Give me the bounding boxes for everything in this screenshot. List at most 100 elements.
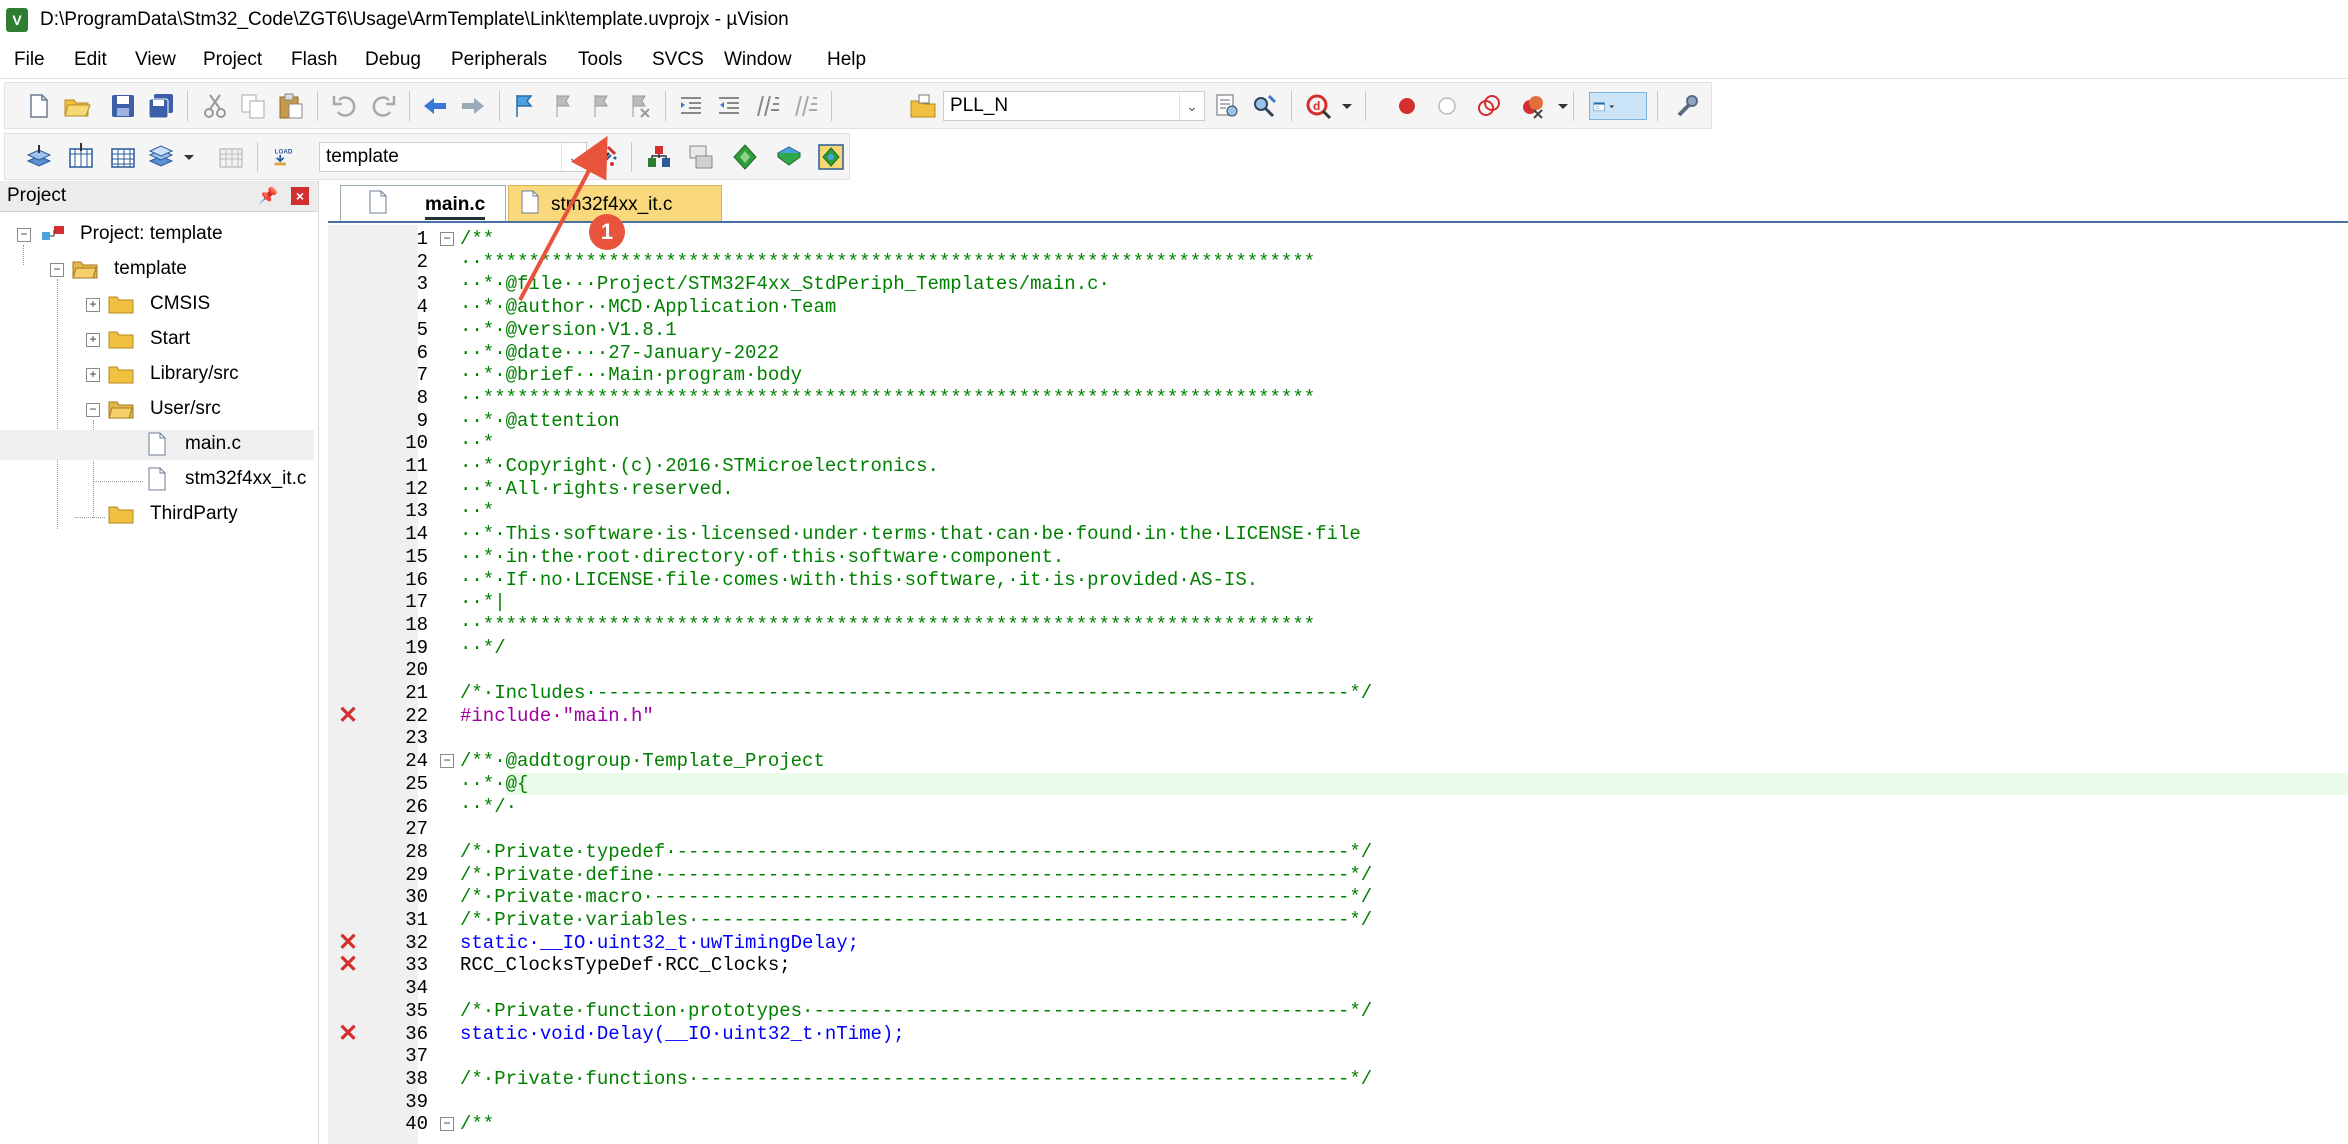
tree-item-stm32f4xx-it-c[interactable]: stm32f4xx_it.c	[0, 465, 314, 495]
line-number: 25	[405, 772, 428, 795]
error-icon[interactable]: ✕	[338, 953, 358, 977]
menu-peripherals[interactable]: Peripherals	[451, 49, 547, 71]
fold-toggle[interactable]: −	[440, 232, 454, 246]
prev-bookmark-icon[interactable]	[549, 92, 577, 120]
fold-toggle[interactable]: −	[440, 754, 454, 769]
download-icon[interactable]: LOAD	[269, 143, 309, 171]
back-icon[interactable]	[421, 92, 449, 120]
tree-item-main-c[interactable]: main.c	[0, 430, 314, 460]
debug-start-icon[interactable]: d	[1305, 92, 1333, 120]
debug-dropdown-arrow[interactable]	[1333, 92, 1352, 120]
line-number: 14	[405, 523, 428, 546]
comment-icon[interactable]	[753, 92, 781, 120]
next-bookmark-icon[interactable]	[587, 92, 615, 120]
new-file-icon[interactable]	[25, 92, 53, 120]
incremental-find-icon[interactable]	[1251, 92, 1279, 120]
breakpoints-dropdown-arrow[interactable]	[1549, 92, 1568, 120]
uncomment-icon[interactable]	[791, 92, 819, 120]
collapse-toggle[interactable]: −	[17, 228, 31, 242]
save-icon[interactable]	[109, 92, 137, 120]
code-line: /**·@addtogroup·Template_Project	[460, 750, 825, 773]
manage-project-items-icon[interactable]	[645, 143, 673, 171]
paste-icon[interactable]	[277, 92, 305, 120]
disable-breakpoint-icon[interactable]	[1433, 92, 1461, 120]
menu-svcs[interactable]: SVCS	[652, 49, 704, 71]
configure-icon[interactable]	[1673, 92, 1701, 120]
tree-item-target-template[interactable]: − template	[0, 255, 318, 285]
window-layout-icon[interactable]	[1589, 92, 1647, 120]
code-line: ··*·If·no·LICENSE·file·comes·with·this·s…	[460, 568, 1259, 591]
tree-item-library-src[interactable]: + Library/src	[0, 360, 318, 390]
select-packs-icon[interactable]	[687, 143, 715, 171]
close-icon[interactable]: ×	[291, 187, 309, 205]
menu-project[interactable]: Project	[203, 49, 262, 71]
bookmark-icon[interactable]	[511, 92, 539, 120]
expand-toggle[interactable]: +	[86, 333, 100, 347]
menu-debug[interactable]: Debug	[365, 49, 421, 71]
pack-installer-icon[interactable]	[731, 143, 759, 171]
line-number: 38	[405, 1067, 428, 1090]
options-for-target-icon[interactable]	[591, 143, 619, 171]
line-number: 6	[416, 341, 428, 364]
code-editor[interactable]: 1/** −2 ··********************************…	[328, 225, 2348, 1144]
tree-item-start[interactable]: + Start	[0, 325, 318, 355]
tree-item-thirdparty[interactable]: ThirdParty	[0, 500, 318, 530]
menu-window[interactable]: Window	[724, 49, 792, 71]
event-recorder-icon[interactable]	[817, 143, 845, 171]
indent-icon[interactable]	[677, 92, 705, 120]
redo-icon[interactable]	[369, 92, 397, 120]
menu-view[interactable]: View	[135, 49, 176, 71]
build-icon[interactable]	[67, 143, 95, 171]
kill-breakpoints-icon[interactable]	[1519, 92, 1547, 120]
expand-toggle[interactable]: +	[86, 298, 100, 312]
error-icon[interactable]: ✕	[338, 930, 358, 954]
menu-tools[interactable]: Tools	[578, 49, 622, 71]
unindent-icon[interactable]	[715, 92, 743, 120]
rebuild-icon[interactable]	[109, 143, 137, 171]
target-combo[interactable]: template ⌄	[319, 142, 587, 172]
menu-file[interactable]: File	[14, 49, 45, 71]
tree-item-cmsis[interactable]: + CMSIS	[0, 290, 318, 320]
breakpoint-icon[interactable]	[1393, 92, 1421, 120]
save-all-icon[interactable]	[147, 92, 175, 120]
translate-icon[interactable]	[25, 143, 53, 171]
tab-main-c[interactable]: main.c	[340, 185, 506, 221]
current-line-highlight	[506, 773, 2348, 795]
pin-icon[interactable]: 📌	[258, 186, 278, 206]
tree-item-label: Library/src	[150, 363, 239, 384]
chevron-down-icon[interactable]: ⌄	[561, 143, 586, 171]
code-line: ··*·@date····27-January-2022	[460, 341, 780, 364]
copy-icon[interactable]	[239, 92, 267, 120]
undo-icon[interactable]	[331, 92, 359, 120]
open-icon[interactable]	[63, 92, 91, 120]
menu-edit[interactable]: Edit	[74, 49, 107, 71]
batch-build-dropdown-arrow[interactable]	[175, 143, 194, 171]
collapse-toggle[interactable]: −	[50, 263, 64, 277]
window-title: D:\ProgramData\Stm32_Code\ZGT6\Usage\Arm…	[40, 9, 789, 30]
manage-rte-icon[interactable]	[775, 143, 803, 171]
find-in-files-icon[interactable]	[909, 92, 937, 120]
toolbar-separator	[1365, 91, 1366, 121]
error-icon[interactable]: ✕	[338, 703, 358, 727]
tab-label: main.c	[425, 194, 486, 220]
tree-item-user-src[interactable]: − User/src	[0, 395, 318, 425]
clear-bookmarks-icon[interactable]	[625, 92, 653, 120]
menu-flash[interactable]: Flash	[291, 49, 337, 71]
line-number: 5	[416, 318, 428, 341]
fold-toggle[interactable]: −	[440, 1117, 454, 1132]
expand-toggle[interactable]: +	[86, 368, 100, 382]
find-icon[interactable]	[1213, 92, 1241, 120]
error-icon[interactable]: ✕	[338, 1021, 358, 1045]
batch-build-icon[interactable]	[147, 143, 175, 171]
menu-help[interactable]: Help	[827, 49, 866, 71]
toolbar-separator	[257, 142, 258, 172]
folder-icon	[108, 506, 134, 524]
find-combo[interactable]: PLL_N ⌄	[943, 91, 1205, 121]
chevron-down-icon[interactable]: ⌄	[1179, 92, 1204, 120]
cut-icon[interactable]	[201, 92, 229, 120]
forward-icon[interactable]	[459, 92, 487, 120]
tree-item-project[interactable]: − Project: template	[0, 220, 318, 250]
stop-build-icon[interactable]	[217, 143, 245, 171]
collapse-toggle[interactable]: −	[86, 403, 100, 417]
disable-all-breakpoints-icon[interactable]	[1475, 92, 1503, 120]
